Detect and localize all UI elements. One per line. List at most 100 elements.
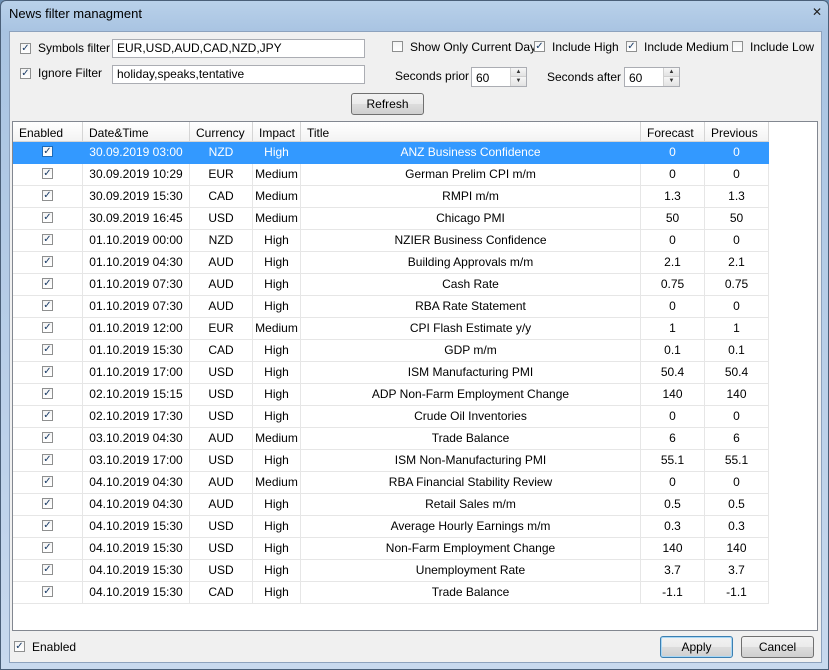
seconds-prior-up-icon[interactable]: ▲: [511, 68, 526, 77]
table-row[interactable]: ✓ 04.10.2019 04:30 AUD Medium RBA Financial …: [13, 472, 769, 494]
row-enabled-checkbox[interactable]: ✓: [42, 520, 53, 532]
table-row[interactable]: ✓ 30.09.2019 03:00 NZD High ANZ Business Con…: [13, 142, 769, 164]
cell-forecast: 0: [641, 142, 705, 164]
include-medium-checkbox[interactable]: ✓: [626, 41, 637, 52]
table-row[interactable]: ✓ 30.09.2019 16:45 USD Medium Chicago PMI 50 5…: [13, 208, 769, 230]
table-row[interactable]: ✓ 01.10.2019 17:00 USD High ISM Manufacturin…: [13, 362, 769, 384]
apply-button[interactable]: Apply: [660, 636, 733, 658]
cell-impact: High: [253, 450, 301, 472]
row-enabled-checkbox[interactable]: ✓: [42, 366, 53, 378]
cell-title: RBA Financial Stability Review: [301, 472, 641, 494]
column-header-impact[interactable]: Impact: [253, 122, 301, 142]
column-header-forecast[interactable]: Forecast: [641, 122, 705, 142]
table-row[interactable]: ✓ 04.10.2019 15:30 USD High Unemployment Rat…: [13, 560, 769, 582]
column-header-currency[interactable]: Currency: [190, 122, 253, 142]
seconds-prior-label: Seconds prior: [395, 69, 470, 83]
table-row[interactable]: ✓ 04.10.2019 15:30 USD High Non-Farm Employm…: [13, 538, 769, 560]
row-enabled-checkbox[interactable]: ✓: [42, 168, 53, 180]
cell-previous: 0: [705, 230, 769, 252]
row-enabled-checkbox[interactable]: ✓: [42, 322, 53, 334]
cell-currency: NZD: [190, 142, 253, 164]
seconds-prior-stepper[interactable]: 60 ▲ ▼: [471, 67, 527, 87]
seconds-after-up-icon[interactable]: ▲: [664, 68, 679, 77]
cell-currency: USD: [190, 208, 253, 230]
show-only-current-day-checkbox[interactable]: [392, 41, 403, 52]
cancel-button[interactable]: Cancel: [741, 636, 814, 658]
row-enabled-checkbox[interactable]: ✓: [42, 146, 53, 158]
cell-previous: 55.1: [705, 450, 769, 472]
row-enabled-cell: ✓: [13, 472, 83, 494]
table-row[interactable]: ✓ 30.09.2019 10:29 EUR Medium German Prelim …: [13, 164, 769, 186]
row-enabled-checkbox[interactable]: ✓: [42, 498, 53, 510]
table-row[interactable]: ✓ 01.10.2019 12:00 EUR Medium CPI Flash Esti…: [13, 318, 769, 340]
table-row[interactable]: ✓ 01.10.2019 07:30 AUD High RBA Rate Stateme…: [13, 296, 769, 318]
include-medium-label: Include Medium: [644, 40, 729, 54]
table-row[interactable]: ✓ 01.10.2019 15:30 CAD High GDP m/m 0.1 0.1: [13, 340, 769, 362]
row-enabled-checkbox[interactable]: ✓: [42, 256, 53, 268]
cell-datetime: 04.10.2019 15:30: [83, 560, 190, 582]
symbols-filter-label: Symbols filter: [38, 41, 111, 55]
cell-title: Retail Sales m/m: [301, 494, 641, 516]
seconds-after-stepper[interactable]: 60 ▲ ▼: [624, 67, 680, 87]
news-table[interactable]: Enabled Date&Time Currency Impact Title Forec…: [12, 121, 818, 631]
table-row[interactable]: ✓ 02.10.2019 15:15 USD High ADP Non-Farm Emp…: [13, 384, 769, 406]
seconds-after-down-icon[interactable]: ▼: [664, 77, 679, 86]
include-low-checkbox[interactable]: [732, 41, 743, 52]
row-enabled-checkbox[interactable]: ✓: [42, 278, 53, 290]
row-enabled-cell: ✓: [13, 516, 83, 538]
row-enabled-checkbox[interactable]: ✓: [42, 388, 53, 400]
symbols-filter-input[interactable]: EUR,USD,AUD,CAD,NZD,JPY: [112, 39, 365, 58]
cell-title: GDP m/m: [301, 340, 641, 362]
column-header-previous[interactable]: Previous: [705, 122, 769, 142]
row-enabled-checkbox[interactable]: ✓: [42, 454, 53, 466]
title-bar[interactable]: News filter managment ✕: [1, 1, 828, 27]
table-row[interactable]: ✓ 01.10.2019 04:30 AUD High Building Approva…: [13, 252, 769, 274]
table-row[interactable]: ✓ 30.09.2019 15:30 CAD Medium RMPI m/m 1.3 1.3: [13, 186, 769, 208]
seconds-prior-value: 60: [476, 71, 490, 85]
table-row[interactable]: ✓ 01.10.2019 00:00 NZD High NZIER Business C…: [13, 230, 769, 252]
row-enabled-checkbox[interactable]: ✓: [42, 410, 53, 422]
table-row[interactable]: ✓ 04.10.2019 15:30 USD High Average Hourly E…: [13, 516, 769, 538]
ignore-filter-checkbox[interactable]: ✓: [20, 68, 31, 79]
cell-previous: 0: [705, 142, 769, 164]
refresh-button[interactable]: Refresh: [351, 93, 424, 115]
row-enabled-checkbox[interactable]: ✓: [42, 234, 53, 246]
row-enabled-checkbox[interactable]: ✓: [42, 586, 53, 598]
table-row[interactable]: ✓ 04.10.2019 04:30 AUD High Retail Sales m/m…: [13, 494, 769, 516]
row-enabled-checkbox[interactable]: ✓: [42, 190, 53, 202]
table-row[interactable]: ✓ 04.10.2019 15:30 CAD High Trade Balance -1.…: [13, 582, 769, 604]
cell-forecast: 1: [641, 318, 705, 340]
row-enabled-checkbox[interactable]: ✓: [42, 300, 53, 312]
table-row[interactable]: ✓ 02.10.2019 17:30 USD High Crude Oil Invent…: [13, 406, 769, 428]
table-row[interactable]: ✓ 01.10.2019 07:30 AUD High Cash Rate 0.75 0.7…: [13, 274, 769, 296]
seconds-prior-down-icon[interactable]: ▼: [511, 77, 526, 86]
enabled-checkbox[interactable]: ✓: [14, 641, 25, 652]
row-enabled-checkbox[interactable]: ✓: [42, 212, 53, 224]
column-header-datetime[interactable]: Date&Time: [83, 122, 190, 142]
table-row[interactable]: ✓ 03.10.2019 04:30 AUD Medium Trade Balance 6…: [13, 428, 769, 450]
cell-forecast: 140: [641, 538, 705, 560]
row-enabled-checkbox[interactable]: ✓: [42, 564, 53, 576]
cell-title: Crude Oil Inventories: [301, 406, 641, 428]
row-enabled-checkbox[interactable]: ✓: [42, 476, 53, 488]
row-enabled-checkbox[interactable]: ✓: [42, 542, 53, 554]
cell-impact: High: [253, 384, 301, 406]
table-row[interactable]: ✓ 03.10.2019 17:00 USD High ISM Non-Manufact…: [13, 450, 769, 472]
cell-forecast: 55.1: [641, 450, 705, 472]
cell-impact: High: [253, 142, 301, 164]
ignore-filter-label: Ignore Filter: [38, 66, 103, 80]
column-header-enabled[interactable]: Enabled: [13, 122, 83, 142]
close-icon[interactable]: ✕: [810, 5, 824, 19]
include-high-checkbox[interactable]: ✓: [534, 41, 545, 52]
row-enabled-checkbox[interactable]: ✓: [42, 432, 53, 444]
cell-datetime: 04.10.2019 15:30: [83, 516, 190, 538]
symbols-filter-checkbox[interactable]: ✓: [20, 43, 31, 54]
cell-title: Non-Farm Employment Change: [301, 538, 641, 560]
ignore-filter-input[interactable]: holiday,speaks,tentative: [112, 65, 365, 84]
row-enabled-checkbox[interactable]: ✓: [42, 344, 53, 356]
window-title: News filter managment: [9, 6, 142, 21]
cell-impact: Medium: [253, 186, 301, 208]
column-header-title[interactable]: Title: [301, 122, 641, 142]
cell-currency: USD: [190, 362, 253, 384]
cell-currency: AUD: [190, 494, 253, 516]
